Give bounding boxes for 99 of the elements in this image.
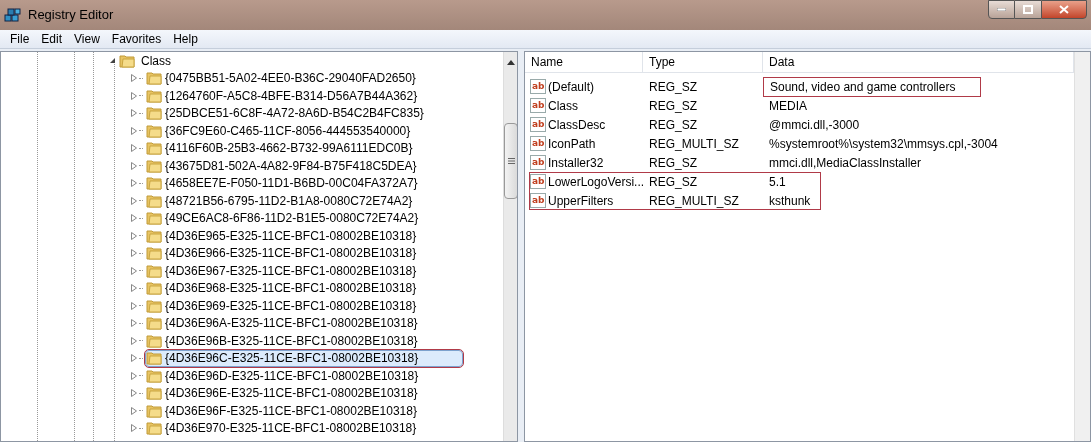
string-value-icon: ab	[530, 174, 546, 189]
folder-icon	[146, 140, 162, 157]
value-type: REG_MULTI_SZ	[648, 135, 740, 153]
tree-item[interactable]: {4D36E967-E325-11CE-BFC1-08002BE10318}	[145, 262, 421, 280]
scroll-up-icon	[507, 60, 516, 65]
value-row[interactable]: ab Class REG_SZ MEDIA	[525, 96, 1074, 115]
column-header[interactable]: Name	[525, 52, 643, 72]
folder-icon	[146, 245, 162, 262]
string-value-icon: ab	[530, 79, 546, 94]
menu-item[interactable]: View	[68, 30, 106, 48]
tree-item[interactable]: {36FC9E60-C465-11CF-8056-444553540000}	[145, 122, 415, 140]
tree-item[interactable]: {25DBCE51-6C8F-4A72-8A6D-B54C2B4FC835}	[145, 104, 428, 122]
folder-icon	[146, 192, 162, 209]
value-type: REG_SZ	[648, 173, 698, 191]
folder-icon	[146, 157, 162, 174]
string-value-icon: ab	[530, 136, 546, 151]
folder-icon	[146, 262, 162, 279]
value-type: REG_SZ	[648, 116, 698, 134]
value-data: mmci.dll,MediaClassInstaller	[768, 154, 922, 172]
value-row[interactable]: ab (Default) REG_SZ Sound, video and game controllers	[525, 77, 1074, 96]
expanded-arrow-icon[interactable]	[109, 57, 116, 65]
folder-icon	[146, 105, 162, 122]
value-row[interactable]: ab ClassDesc REG_SZ @mmci.dll,-3000	[525, 115, 1074, 134]
folder-icon	[146, 122, 162, 139]
tree-item[interactable]: {4D36E96D-E325-11CE-BFC1-08002BE10318}	[145, 367, 423, 385]
value-row[interactable]: ab LowerLogoVersi... REG_SZ 5.1	[525, 172, 1074, 191]
folder-icon	[146, 350, 162, 367]
tree-item[interactable]: {4D36E96B-E325-11CE-BFC1-08002BE10318}	[145, 332, 422, 350]
folder-icon	[146, 175, 162, 192]
value-data: @mmci.dll,-3000	[768, 116, 860, 134]
folder-icon	[146, 367, 162, 384]
value-data: MEDIA	[768, 97, 807, 115]
value-name[interactable]: IconPath	[548, 134, 596, 153]
folder-icon	[146, 402, 162, 419]
folder-icon	[146, 332, 162, 349]
window-title: Registry Editor	[28, 6, 114, 25]
tree-item[interactable]: {43675D81-502A-4A82-9F84-B75F418C5DEA}	[145, 157, 421, 175]
folder-icon	[146, 210, 162, 227]
folder-icon	[119, 52, 135, 69]
tree-item[interactable]: {4D36E968-E325-11CE-BFC1-08002BE10318}	[145, 279, 421, 297]
tree-item[interactable]: {4116F60B-25B3-4662-B732-99A6111EDC0B}	[145, 139, 417, 157]
tree-item[interactable]: {4D36E969-E325-11CE-BFC1-08002BE10318}	[145, 297, 421, 315]
folder-icon	[146, 385, 162, 402]
tree-item[interactable]: {4D36E96E-E325-11CE-BFC1-08002BE10318}	[145, 384, 422, 402]
folder-icon	[146, 315, 162, 332]
tree-item[interactable]: Class	[138, 52, 174, 70]
value-data: ksthunk	[768, 192, 811, 210]
maximize-icon	[1023, 5, 1033, 14]
column-header[interactable]: Type	[643, 52, 763, 72]
close-icon	[1059, 5, 1069, 14]
tree-item[interactable]: {4D36E96C-E325-11CE-BFC1-08002BE10318}	[145, 349, 464, 367]
folder-icon	[146, 280, 162, 297]
value-name[interactable]: ClassDesc	[548, 115, 606, 134]
value-name[interactable]: (Default)	[548, 77, 594, 96]
menu-item[interactable]: Favorites	[105, 30, 168, 48]
tree-item[interactable]: {4D36E965-E325-11CE-BFC1-08002BE10318}	[145, 227, 421, 245]
value-row[interactable]: ab IconPath REG_MULTI_SZ %systemroot%\system32\mmsys.cpl,-3004	[525, 134, 1074, 153]
value-name[interactable]: Class	[548, 96, 578, 115]
value-data: Sound, video and game controllers	[763, 76, 981, 97]
registry-cubes-icon	[4, 7, 22, 23]
string-value-icon: ab	[530, 155, 546, 170]
tree-item[interactable]: {4D36E96A-E325-11CE-BFC1-08002BE10318}	[145, 314, 422, 332]
value-type: REG_SZ	[648, 154, 698, 172]
tree-item[interactable]: {4D36E966-E325-11CE-BFC1-08002BE10318}	[145, 244, 421, 262]
folder-icon	[146, 70, 162, 87]
value-type: REG_SZ	[648, 78, 698, 96]
value-row[interactable]: ab Installer32 REG_SZ mmci.dll,MediaClassInstaller	[525, 153, 1074, 172]
value-type: REG_SZ	[648, 97, 698, 115]
minimize-button[interactable]	[988, 0, 1015, 19]
tree-item[interactable]: {49CE6AC8-6F86-11D2-B1E5-0080C72E74A2}	[145, 209, 423, 227]
tree-item[interactable]: {4D36E96F-E325-11CE-BFC1-08002BE10318}	[145, 402, 421, 420]
value-data: %systemroot%\system32\mmsys.cpl,-3004	[768, 135, 998, 153]
minimize-icon	[997, 8, 1006, 11]
menu-item[interactable]: Help	[167, 30, 204, 48]
string-value-icon: ab	[530, 98, 546, 113]
value-name[interactable]: LowerLogoVersi...	[548, 172, 645, 191]
maximize-button[interactable]	[1015, 0, 1041, 19]
tree-item[interactable]: {4D36E970-E325-11CE-BFC1-08002BE10318}	[145, 419, 421, 437]
scrollbar-thumb[interactable]	[504, 123, 517, 199]
vertical-scrollbar[interactable]	[503, 52, 517, 441]
tree-item[interactable]: {1264760F-A5C8-4BFE-B314-D56A7B44A362}	[145, 87, 422, 105]
tree-item[interactable]: {4658EE7E-F050-11D1-B6BD-00C04FA372A7}	[145, 174, 422, 192]
menu-item[interactable]: Edit	[35, 30, 69, 48]
tree-item[interactable]: {48721B56-6795-11D2-B1A8-0080C72E74A2}	[145, 192, 417, 210]
grip-icon	[507, 158, 515, 164]
tree-item[interactable]: {0475BB51-5A02-4EE0-B36C-29040FAD2650}	[145, 69, 420, 87]
string-value-icon: ab	[530, 117, 546, 132]
close-button[interactable]	[1041, 0, 1087, 19]
value-name[interactable]: Installer32	[548, 153, 604, 172]
value-row[interactable]: ab UpperFilters REG_MULTI_SZ ksthunk	[525, 191, 1074, 210]
folder-icon	[146, 227, 162, 244]
folder-icon	[146, 297, 162, 314]
string-value-icon: ab	[530, 193, 546, 208]
menu-item[interactable]: File	[4, 30, 36, 48]
value-data: 5.1	[768, 173, 786, 191]
value-type: REG_MULTI_SZ	[648, 192, 740, 210]
folder-icon	[146, 420, 162, 437]
value-name[interactable]: UpperFilters	[548, 191, 614, 210]
folder-icon	[146, 87, 162, 104]
